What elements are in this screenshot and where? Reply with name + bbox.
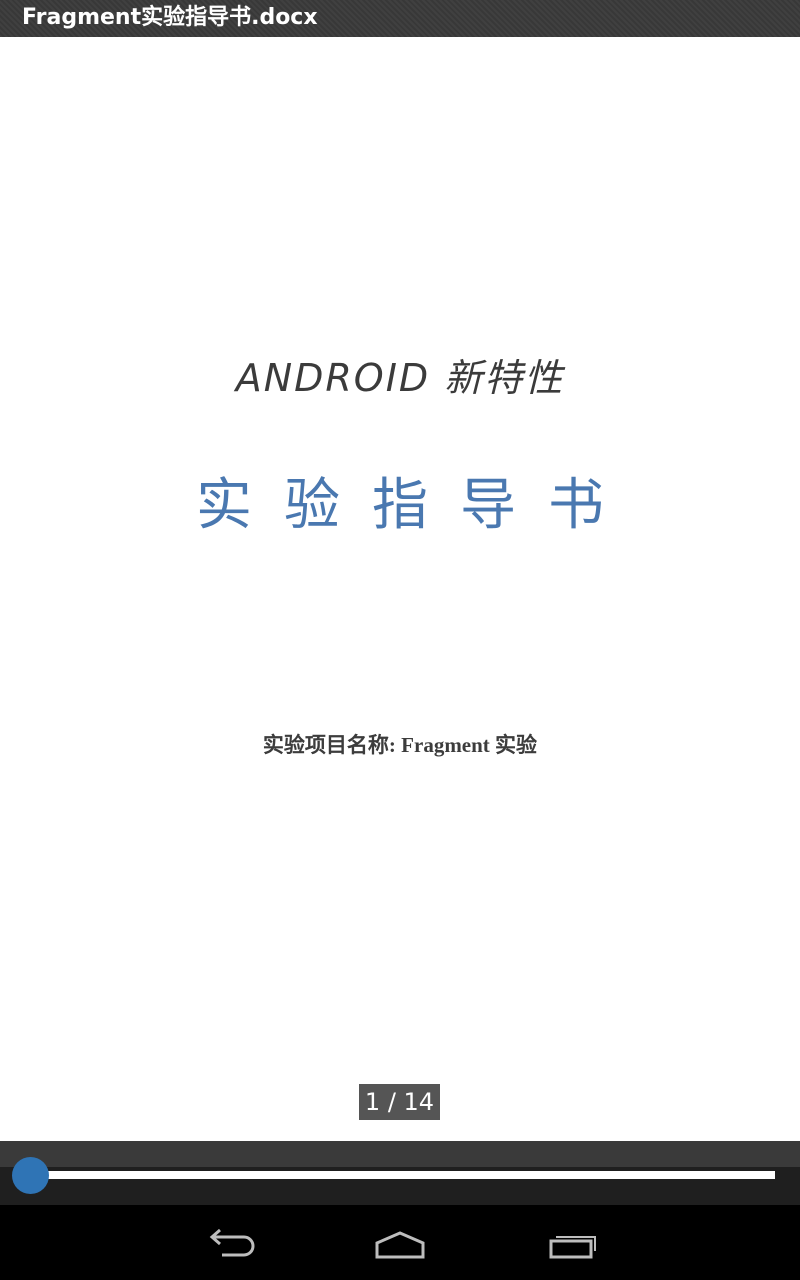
seekbar-band xyxy=(0,1141,800,1167)
document-heading: 实验指导书 xyxy=(196,473,636,538)
recent-apps-button[interactable] xyxy=(542,1221,602,1265)
system-navigation-bar xyxy=(0,1205,800,1280)
recent-apps-icon xyxy=(549,1236,596,1259)
screen: Fragment实验指导书.docx ANDROID 新特性 实验指导书 实验项… xyxy=(0,0,800,1280)
page-seekbar[interactable] xyxy=(0,1141,800,1205)
document-page[interactable]: ANDROID 新特性 实验指导书 实验项目名称: Fragment 实验 xyxy=(0,37,800,1141)
document-title: Fragment实验指导书.docx xyxy=(22,5,318,30)
seekbar-thumb[interactable] xyxy=(11,1157,49,1194)
back-button[interactable] xyxy=(200,1221,260,1265)
back-icon xyxy=(209,1228,255,1257)
document-subtitle: ANDROID 新特性 xyxy=(235,356,565,400)
home-button[interactable] xyxy=(370,1221,430,1265)
home-icon xyxy=(375,1231,425,1259)
project-name-line: 实验项目名称: Fragment 实验 xyxy=(262,733,538,757)
title-bar: Fragment实验指导书.docx xyxy=(0,0,800,37)
seekbar-track[interactable] xyxy=(30,1171,775,1179)
page-indicator: 1 / 14 xyxy=(359,1084,440,1120)
